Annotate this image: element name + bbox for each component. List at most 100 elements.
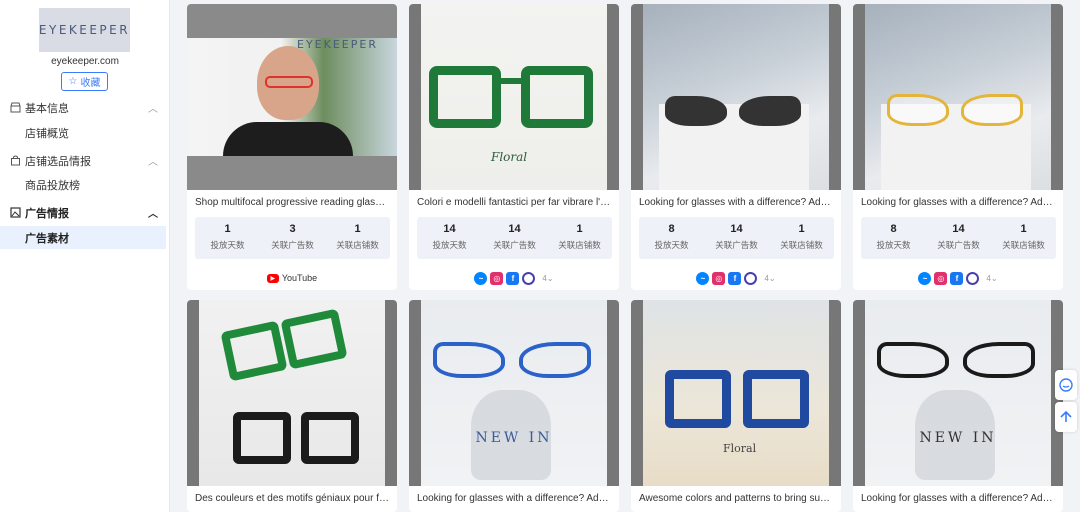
stat-value: 14	[443, 223, 456, 235]
ad-card[interactable]: Des couleurs et des motifs géniaux pour …	[187, 300, 397, 512]
thumb-brand-text: Floral	[491, 150, 528, 164]
ad-stats: 1 投放天数 3 关联广告数 1 关联店铺数	[195, 217, 390, 259]
stat-days: 14 投放天数	[417, 217, 482, 259]
stat-stores: 1 关联店铺数	[769, 217, 834, 259]
blue-lens-right	[519, 342, 591, 378]
ad-thumbnail[interactable]	[631, 4, 841, 190]
stat-label: 投放天数	[432, 240, 467, 250]
more-platforms[interactable]: 4⌄	[542, 274, 553, 283]
black-frame-right	[301, 412, 359, 464]
star-icon: ☆	[68, 76, 78, 87]
chat-icon	[1059, 378, 1073, 392]
stat-stores: 1 关联店铺数	[991, 217, 1056, 259]
stat-label: 关联店铺数	[780, 240, 823, 250]
nav-item-product-ranking[interactable]: 商品投放榜	[0, 173, 166, 196]
more-count: 4	[986, 273, 991, 283]
sunglass-lens-right	[739, 96, 801, 126]
ad-thumbnail[interactable]: NEW IN	[853, 300, 1063, 486]
instagram-icon: ◎	[934, 271, 948, 285]
stat-label: 投放天数	[210, 240, 245, 250]
ad-card[interactable]: Floral Awesome colors and patterns to br…	[631, 300, 841, 512]
stat-value: 1	[224, 223, 231, 235]
back-to-top-button[interactable]	[1055, 402, 1077, 432]
favorite-button[interactable]: ☆ 收藏	[61, 72, 108, 91]
stat-ads: 14 关联广告数	[926, 217, 991, 259]
thumb-brand-text: Floral	[723, 442, 757, 455]
ad-thumbnail[interactable]	[853, 4, 1063, 190]
thumb-new-in-text: NEW IN	[475, 430, 553, 446]
nav-group-ad-intel[interactable]: 广告情报 ︿	[0, 202, 170, 224]
stat-label: 关联店铺数	[558, 240, 601, 250]
store-icon	[10, 102, 21, 113]
stat-label: 关联店铺数	[336, 240, 379, 250]
person-shirt	[223, 122, 353, 156]
nav-item-store-overview[interactable]: 店铺概览	[0, 121, 166, 144]
stat-value: 14	[730, 223, 743, 235]
stat-value: 1	[1020, 223, 1027, 235]
arrow-up-icon	[1060, 410, 1072, 422]
favorite-button-label: 收藏	[80, 78, 101, 89]
blue-frame-left	[665, 370, 731, 428]
ad-image: Floral	[643, 300, 829, 486]
chat-button[interactable]	[1055, 370, 1077, 400]
ad-stats: 8 投放天数 14 关联广告数 1 关联店铺数	[639, 217, 834, 259]
ad-thumbnail[interactable]: Floral	[631, 300, 841, 486]
chevron-up-icon: ︿	[148, 104, 158, 115]
green-frame-right	[280, 308, 348, 370]
stat-days: 1 投放天数	[195, 217, 260, 259]
nav-item-ad-creatives[interactable]: 广告素材	[0, 226, 166, 249]
ad-platforms: ~ ◎ f 4⌄	[853, 271, 1063, 285]
nav-group-label: 店铺选品情报	[25, 156, 91, 168]
ad-image	[643, 4, 829, 190]
more-platforms[interactable]: 4⌄	[764, 274, 775, 283]
nav-group-product-intel[interactable]: 店铺选品情报 ︿	[0, 150, 170, 172]
blue-lens-left	[433, 342, 505, 378]
ad-card[interactable]: Floral Colori e modelli fantastici per f…	[409, 4, 619, 290]
ad-platforms: ~ ◎ f 4⌄	[409, 271, 619, 285]
ad-image: NEW IN	[865, 300, 1051, 486]
brand-domain: eyekeeper.com	[51, 56, 119, 67]
ad-title: Looking for glasses with a difference? A…	[639, 197, 834, 208]
ad-card[interactable]: Looking for glasses with a difference? A…	[631, 4, 841, 290]
stat-value: 1	[576, 223, 583, 235]
stat-value: 1	[798, 223, 805, 235]
stat-label: 关联广告数	[493, 240, 536, 250]
chevron-up-icon: ︿	[148, 209, 158, 220]
ad-title: Looking for glasses with a difference? A…	[417, 493, 612, 504]
messenger-icon: ~	[696, 271, 710, 285]
stat-label: 关联广告数	[715, 240, 758, 250]
ad-thumbnail[interactable]: Floral	[409, 4, 619, 190]
messenger-icon: ~	[918, 271, 932, 285]
ad-thumbnail[interactable]	[187, 300, 397, 486]
stat-value: 1	[354, 223, 361, 235]
nav-group-basic-info[interactable]: 基本信息 ︿	[0, 97, 170, 119]
ad-image-icon	[10, 207, 21, 218]
ad-thumbnail[interactable]: EYEKEEPER	[187, 4, 397, 190]
yellow-lens-left	[887, 94, 949, 126]
stat-stores: 1 关联店铺数	[325, 217, 390, 259]
stat-days: 8 投放天数	[861, 217, 926, 259]
ad-card[interactable]: EYEKEEPER Shop multifocal progressive re…	[187, 4, 397, 290]
ad-card[interactable]: NEW IN Looking for glasses with a differ…	[409, 300, 619, 512]
ad-stats: 8 投放天数 14 关联广告数 1 关联店铺数	[861, 217, 1056, 259]
ad-stats: 14 投放天数 14 关联广告数 1 关联店铺数	[417, 217, 612, 259]
stat-value: 8	[890, 223, 897, 235]
ad-platforms: ▶ YouTube	[187, 271, 397, 285]
youtube-icon: ▶	[266, 273, 279, 283]
thumb-watermark: EYEKEEPER	[297, 38, 378, 51]
ad-image	[865, 4, 1051, 190]
ad-image: Floral	[421, 4, 607, 190]
ad-thumbnail[interactable]: NEW IN	[409, 300, 619, 486]
facebook-icon: f	[506, 271, 520, 285]
stat-label: 投放天数	[876, 240, 911, 250]
stat-days: 8 投放天数	[639, 217, 704, 259]
stat-label: 关联店铺数	[1002, 240, 1045, 250]
brand-logo: EYEKEEPER	[39, 8, 130, 52]
ad-card[interactable]: NEW IN Looking for glasses with a differ…	[853, 300, 1063, 512]
thumb-new-in-text: NEW IN	[919, 430, 997, 446]
ad-card[interactable]: Looking for glasses with a difference? A…	[853, 4, 1063, 290]
black-lens-right	[963, 342, 1035, 378]
stat-label: 关联广告数	[937, 240, 980, 250]
black-lens-left	[877, 342, 949, 378]
more-platforms[interactable]: 4⌄	[986, 274, 997, 283]
